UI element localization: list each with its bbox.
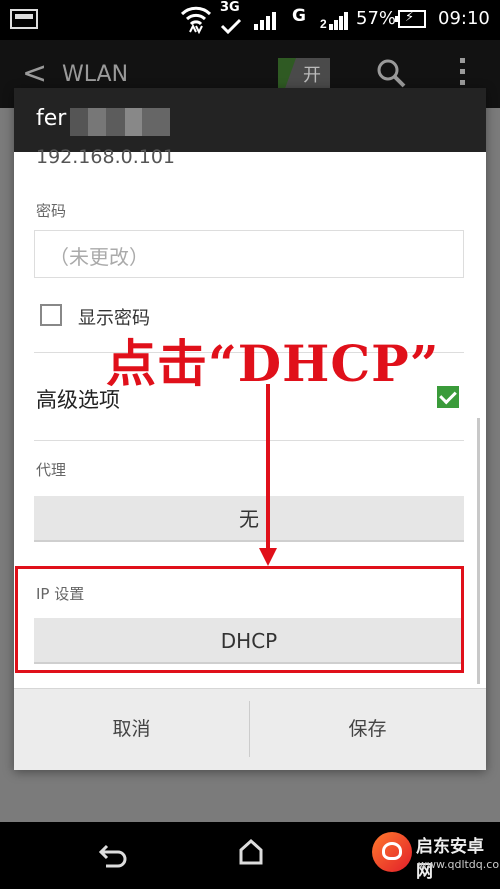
watermark-url: www.qdltdq.com bbox=[418, 858, 500, 871]
back-arrow-icon[interactable]: < bbox=[22, 56, 47, 91]
screen: 3G G 2 57% ⚡ 09:10 < WLAN 开 fer 192.168.… bbox=[0, 0, 500, 889]
status-bar: 3G G 2 57% ⚡ 09:10 bbox=[0, 0, 500, 40]
cancel-button[interactable]: 取消 bbox=[14, 689, 249, 770]
proxy-label: 代理 bbox=[36, 461, 67, 479]
toggle-indicator bbox=[278, 58, 296, 88]
annotation-highlight-box bbox=[15, 566, 464, 673]
toggle-label: 开 bbox=[303, 65, 321, 86]
back-icon[interactable] bbox=[96, 840, 128, 872]
wlan-toggle[interactable]: 开 bbox=[278, 58, 330, 88]
redacted-ssid bbox=[70, 108, 170, 136]
3g-label: 3G bbox=[220, 0, 240, 15]
dialog-header: fer bbox=[14, 88, 486, 152]
save-button[interactable]: 保存 bbox=[250, 689, 485, 770]
network-name: fer bbox=[36, 106, 67, 131]
divider bbox=[34, 440, 464, 441]
battery-percent: 57% bbox=[356, 8, 397, 29]
watermark-logo-icon bbox=[372, 832, 412, 872]
watermark: 启东安卓网 www.qdltdq.com bbox=[372, 830, 500, 886]
ip-address: 192.168.0.101 bbox=[36, 146, 176, 168]
password-field[interactable]: （未更改） bbox=[34, 230, 464, 278]
annotation-text: 点击“DHCP” bbox=[106, 334, 440, 393]
g-network-label: G bbox=[292, 6, 306, 26]
dialog-buttons: 取消 保存 bbox=[14, 688, 486, 770]
action-bar-title: WLAN bbox=[62, 62, 129, 87]
annotation-arrow-head bbox=[259, 548, 277, 566]
overflow-menu-icon[interactable] bbox=[460, 58, 466, 86]
search-icon[interactable] bbox=[376, 58, 406, 88]
svg-text:2: 2 bbox=[320, 17, 327, 30]
signal-1-icon bbox=[254, 12, 276, 30]
image-notification-icon bbox=[10, 9, 38, 29]
password-placeholder: （未更改） bbox=[49, 245, 149, 269]
watermark-name: 启东安卓网 bbox=[416, 837, 484, 882]
home-icon[interactable] bbox=[238, 838, 264, 866]
annotation-arrow-line bbox=[266, 384, 270, 550]
3g-data-icon: 3G bbox=[218, 0, 242, 36]
advanced-options-checkbox[interactable] bbox=[437, 386, 459, 408]
show-password-checkbox[interactable] bbox=[40, 304, 62, 326]
password-label: 密码 bbox=[36, 202, 67, 220]
clock: 09:10 bbox=[438, 8, 490, 29]
wifi-icon bbox=[180, 6, 212, 34]
proxy-spinner[interactable]: 无 bbox=[34, 496, 464, 542]
signal-2-icon: 2 bbox=[320, 12, 348, 30]
battery-charging-icon: ⚡ bbox=[395, 10, 426, 28]
scrollbar[interactable] bbox=[477, 418, 480, 684]
